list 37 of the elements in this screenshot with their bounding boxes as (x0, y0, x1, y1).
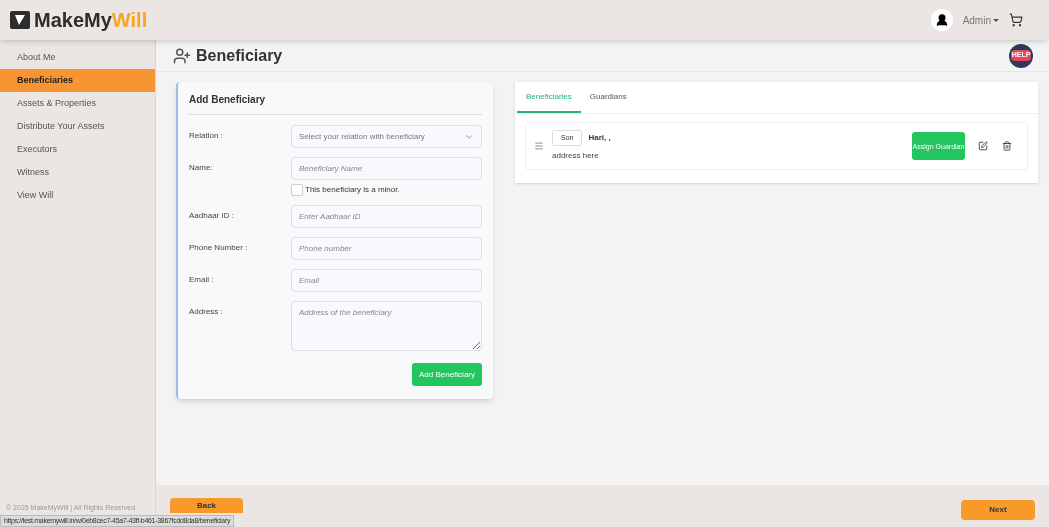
minor-checkbox[interactable] (291, 184, 303, 196)
delete-icon[interactable] (1002, 141, 1012, 151)
back-button[interactable]: Back (170, 498, 243, 513)
input-field[interactable]: Beneficiary Name (291, 157, 482, 180)
checkbox-label: This beneficiary is a minor. (305, 184, 400, 196)
add-user-icon (173, 46, 191, 65)
tab[interactable]: Guardians (580, 82, 636, 113)
page-title: Beneficiary (196, 45, 283, 66)
next-button[interactable]: Next (961, 500, 1035, 520)
sidebar-item[interactable]: About Me (0, 46, 155, 69)
sidebar-item[interactable]: Beneficiaries (0, 69, 155, 92)
beneficiary-name: Hari, , (588, 132, 611, 144)
field-label: Phone Number : (189, 242, 249, 254)
sidebar-item[interactable]: Executors (0, 138, 155, 161)
avatar-icon[interactable] (930, 9, 953, 31)
logo-icon (10, 11, 30, 29)
sidebar-item[interactable]: Assets & Properties (0, 92, 155, 115)
logo-text[interactable]: MakeMyWill (34, 5, 148, 35)
address-field[interactable]: Address of the beneficiary (291, 301, 482, 351)
input-field[interactable]: Enter Aadhaar ID (291, 205, 482, 228)
field-label: Email : (189, 274, 215, 286)
input-field[interactable]: Email (291, 269, 482, 292)
sidebar-item[interactable]: Witness (0, 161, 155, 184)
input-field[interactable]: Phone number (291, 237, 482, 260)
form-title: Add Beneficiary (189, 92, 482, 115)
field-label: Name: (189, 162, 214, 174)
sidebar-item[interactable]: Distribute Your Assets (0, 115, 155, 138)
field-label: Aadhaar ID : (189, 210, 235, 222)
beneficiary-address: address here (552, 150, 600, 163)
sidebar-item[interactable]: View Will (0, 184, 155, 207)
field-label: Relation : (189, 130, 224, 142)
cart-icon[interactable] (1009, 13, 1023, 27)
relation-select[interactable]: Select your relation with beneficiary (291, 125, 482, 148)
drag-handle-icon[interactable] (534, 141, 544, 151)
user-menu[interactable]: Admin (962, 12, 999, 28)
field-label: Address : (189, 306, 224, 318)
edit-icon[interactable] (978, 141, 988, 151)
